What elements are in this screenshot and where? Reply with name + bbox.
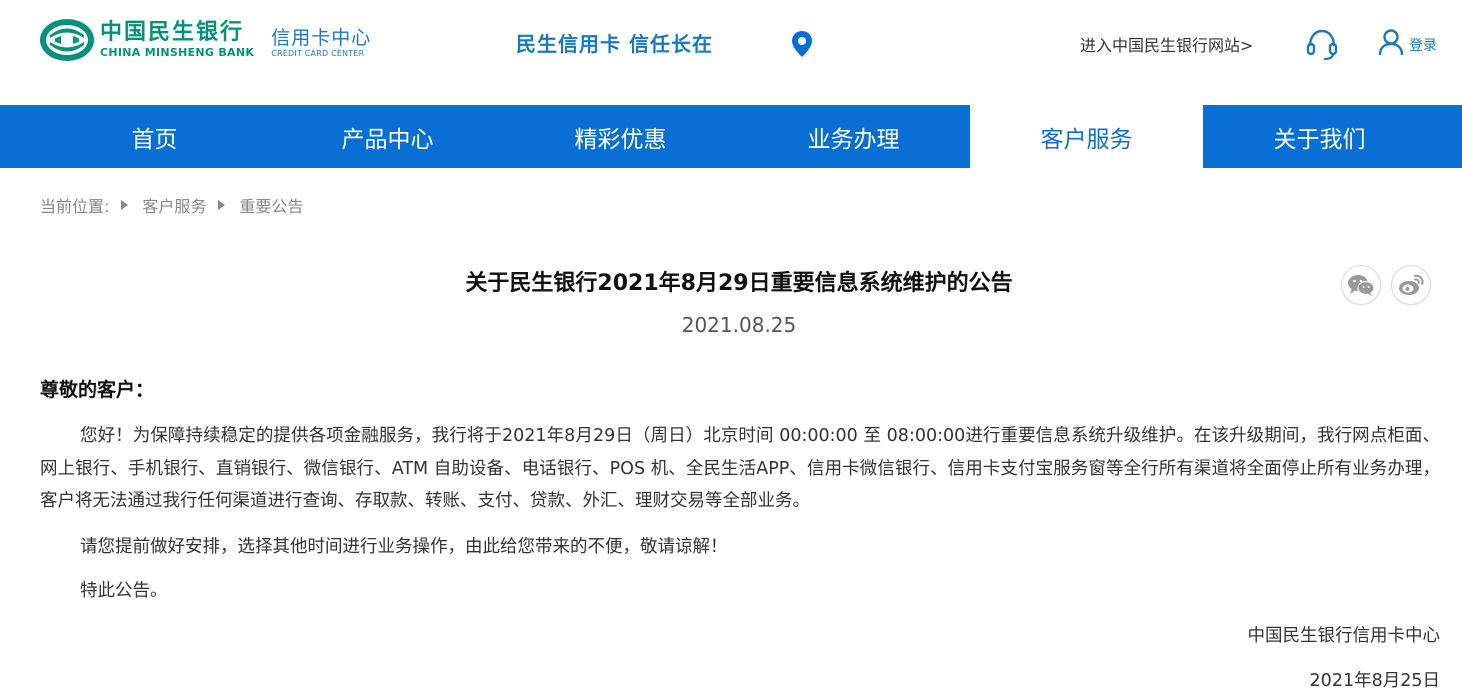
user-icon[interactable] [1378,28,1404,56]
logo-text: 中国民生银行 CHINA MINSHENG BANK [100,20,254,60]
article-paragraph: 您好！为保障持续稳定的提供各项金融服务，我行将于2021年8月29日（周日）北京… [40,426,1440,511]
nav-filler [1436,105,1462,168]
logo-en-name: CHINA MINSHENG BANK [100,46,255,59]
logo-sub-en: CREDIT CARD CENTER [271,49,365,58]
article-date: 2021.08.25 [681,313,797,337]
main-nav: 首页 产品中心 精彩优惠 业务办理 客户服务 关于我们 [0,105,1462,168]
signature-organization: 中国民生银行信用卡中心 [1247,626,1441,646]
breadcrumb-announcements[interactable]: 重要公告 [239,193,303,217]
location-pin-icon[interactable] [791,30,813,58]
slogan: 民生信用卡 信任长在 [516,32,713,56]
article-title: 关于民生银行2021年8月29日重要信息系统维护的公告 [465,271,1013,296]
nav-item-home[interactable]: 首页 [0,105,271,168]
nav-item-about-us[interactable]: 关于我们 [1203,105,1436,168]
bank-website-link[interactable]: 进入中国民生银行网站> [1080,32,1253,56]
weibo-icon [1399,274,1424,295]
article-paragraph: 请您提前做好安排，选择其他时间进行业务操作，由此给您带来的不便，敬请谅解！ [80,537,728,557]
nav-item-products[interactable]: 产品中心 [271,105,504,168]
signature-date: 2021年8月25日 [1309,671,1440,691]
logo-divider [262,23,263,57]
minsheng-logo-icon [40,19,94,61]
article-greeting: 尊敬的客户： [40,379,155,401]
breadcrumb-prefix: 当前位置: [40,197,110,216]
nav-item-promotions[interactable]: 精彩优惠 [504,105,737,168]
bank-logo[interactable]: 中国民生银行 CHINA MINSHENG BANK 信用卡中心 CREDIT … [38,16,371,64]
breadcrumb-customer-service[interactable]: 客户服务 [142,193,206,217]
wechat-icon [1348,275,1375,296]
share-wechat-button[interactable] [1341,265,1381,305]
site-header: 中国民生银行 CHINA MINSHENG BANK 信用卡中心 CREDIT … [0,0,1462,105]
nav-item-business[interactable]: 业务办理 [737,105,970,168]
login-link[interactable]: 登录 [1409,35,1437,55]
share-weibo-button[interactable] [1391,265,1431,305]
logo-sub-cn: 信用卡中心 [271,27,372,49]
breadcrumb-arrow-icon [218,200,226,210]
breadcrumb-arrow-icon [121,200,129,210]
nav-item-customer-service[interactable]: 客户服务 [970,105,1203,168]
logo-cn-name: 中国民生银行 [100,20,245,45]
customer-service-headset-icon[interactable] [1305,27,1339,61]
credit-card-center-label: 信用卡中心 CREDIT CARD CENTER [271,27,371,59]
breadcrumb: 当前位置: 客户服务 重要公告 [40,193,303,217]
article-paragraph: 特此公告。 [80,581,168,601]
